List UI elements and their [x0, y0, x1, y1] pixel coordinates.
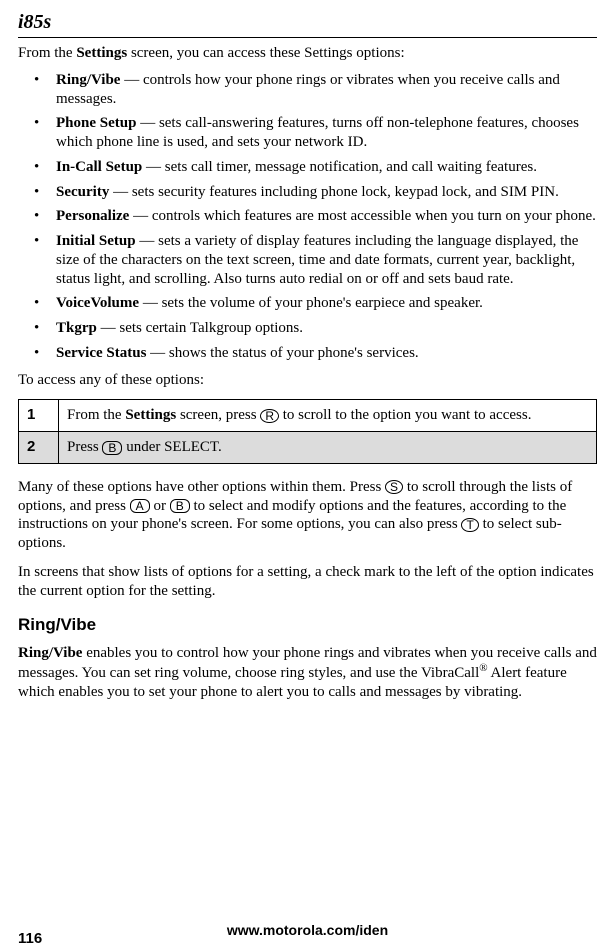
bullet-icon: •	[34, 158, 39, 177]
intro-prefix: From the	[18, 45, 76, 61]
option-desc: — sets certain Talkgroup options.	[97, 320, 303, 336]
section-heading: Ring/Vibe	[18, 614, 597, 635]
access-line: To access any of these options:	[18, 371, 597, 390]
softkey-icon: A	[130, 499, 150, 513]
options-list: • Ring/Vibe — controls how your phone rin…	[18, 71, 597, 363]
option-desc: — controls which features are most acces…	[129, 208, 596, 224]
step1-mid: screen, press	[176, 407, 260, 423]
option-term: Ring/Vibe	[56, 72, 120, 88]
option-term: Service Status	[56, 345, 146, 361]
section-paragraph: Ring/Vibe enables you to control how you…	[18, 644, 597, 702]
option-term: Security	[56, 184, 109, 200]
option-term: Personalize	[56, 208, 129, 224]
bullet-icon: •	[34, 232, 39, 251]
option-desc: — sets call timer, message notification,…	[142, 159, 537, 175]
step1-bold: Settings	[125, 407, 176, 423]
list-item: • Service Status — shows the status of yo…	[18, 344, 597, 363]
after-para-1: Many of these options have other options…	[18, 478, 597, 553]
step-number: 2	[19, 432, 59, 464]
list-item: • Ring/Vibe — controls how your phone rin…	[18, 71, 597, 109]
p1a: Many of these options have other options…	[18, 479, 385, 495]
option-desc: — shows the status of your phone's servi…	[146, 345, 418, 361]
bullet-icon: •	[34, 114, 39, 133]
list-item: • Personalize — controls which features a…	[18, 207, 597, 226]
option-term: Phone Setup	[56, 115, 136, 131]
table-row: 2 Press B under SELECT.	[19, 432, 597, 464]
registered-mark-icon: ®	[479, 662, 487, 674]
p1c: or	[150, 498, 170, 514]
bullet-icon: •	[34, 294, 39, 313]
after-para-2: In screens that show lists of options fo…	[18, 563, 597, 601]
softkey-icon: B	[102, 441, 122, 455]
intro-suffix: screen, you can access these Settings op…	[127, 45, 404, 61]
bullet-icon: •	[34, 71, 39, 90]
softkey-icon: B	[170, 499, 190, 513]
section-para-bold: Ring/Vibe	[18, 645, 82, 661]
page-number: 116	[18, 930, 42, 949]
nav-key-icon: S	[385, 480, 403, 494]
step-text: Press B under SELECT.	[59, 432, 597, 464]
list-item: • In-Call Setup — sets call timer, messag…	[18, 158, 597, 177]
step-number: 1	[19, 400, 59, 432]
bullet-icon: •	[34, 183, 39, 202]
step-text: From the Settings screen, press R to scr…	[59, 400, 597, 432]
header-rule	[18, 37, 597, 38]
option-term: In-Call Setup	[56, 159, 142, 175]
step2-prefix: Press	[67, 439, 102, 455]
list-item: • Security — sets security features inclu…	[18, 183, 597, 202]
list-item: • Tkgrp — sets certain Talkgroup options.	[18, 319, 597, 338]
step2-suffix: under SELECT.	[122, 439, 221, 455]
footer-url: www.motorola.com/iden	[0, 922, 615, 940]
nav-key-icon: T	[461, 518, 478, 532]
option-term: Initial Setup	[56, 233, 136, 249]
header-model: i85s	[18, 10, 597, 35]
intro-paragraph: From the Settings screen, you can access…	[18, 44, 597, 63]
option-desc: — controls how your phone rings or vibra…	[56, 72, 560, 107]
bullet-icon: •	[34, 344, 39, 363]
table-row: 1 From the Settings screen, press R to s…	[19, 400, 597, 432]
nav-key-icon: R	[260, 409, 279, 423]
intro-bold: Settings	[76, 45, 127, 61]
step1-suffix: to scroll to the option you want to acce…	[279, 407, 531, 423]
option-desc: — sets the volume of your phone's earpie…	[139, 295, 483, 311]
option-term: Tkgrp	[56, 320, 97, 336]
list-item: •Initial Setup — sets a variety of displ…	[18, 232, 597, 288]
list-item: • VoiceVolume — sets the volume of your p…	[18, 294, 597, 313]
bullet-icon: •	[34, 207, 39, 226]
list-item: •Phone Setup — sets call-answering featu…	[18, 114, 597, 152]
option-desc: — sets security features including phone…	[109, 184, 559, 200]
steps-table: 1 From the Settings screen, press R to s…	[18, 399, 597, 464]
option-term: VoiceVolume	[56, 295, 139, 311]
bullet-icon: •	[34, 319, 39, 338]
step1-prefix: From the	[67, 407, 125, 423]
